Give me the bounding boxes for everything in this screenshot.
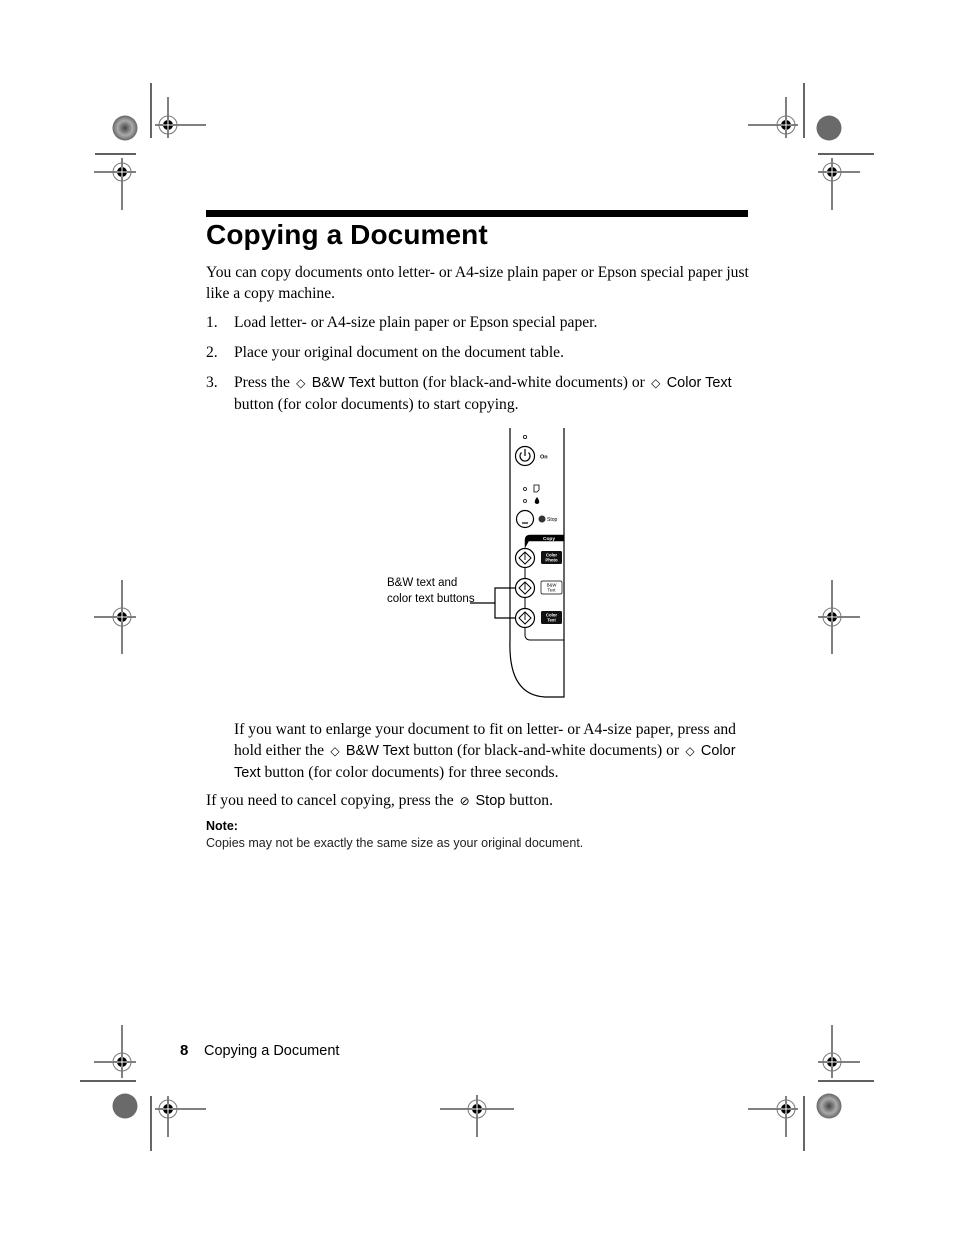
color-bar-circle (816, 1093, 842, 1119)
svg-text:Photo: Photo (545, 558, 558, 563)
copy-label: Copy (543, 536, 555, 542)
start-diamond-icon: ◇ (330, 744, 340, 758)
crop-mark-middle-right (818, 580, 860, 654)
enlarge-paragraph: If you want to enlarge your document to … (234, 721, 736, 781)
step-text: Load letter- or A4-size plain paper or E… (234, 314, 598, 331)
color-text-button-name: Color Text (666, 375, 732, 391)
ink-led-icon (523, 499, 527, 503)
cancel-paragraph: If you need to cancel copying, press the… (206, 790, 751, 812)
stop-button-name: Stop (475, 793, 506, 809)
color-bar-circle (816, 115, 842, 141)
crop-mark-top-right (748, 83, 874, 210)
note-label: Note: (206, 819, 238, 833)
start-diamond-icon: ◇ (651, 376, 661, 390)
bw-text-start-button-icon (514, 577, 536, 599)
color-bar-circle (112, 115, 138, 141)
start-diamond-icon: ◇ (685, 744, 695, 758)
bw-text-button-name: B&W Text (311, 375, 376, 391)
intro-paragraph: You can copy documents onto letter- or A… (206, 264, 749, 302)
paper-led-icon (523, 487, 527, 491)
stop-icon: ⊘ (459, 794, 470, 808)
step-text: Press the ◇ B&W Text button (for black-a… (234, 374, 732, 413)
crop-mark-bottom-center (440, 1095, 514, 1137)
color-text-start-button-icon (514, 607, 536, 629)
power-led-icon (523, 434, 528, 439)
control-panel-illustration: On Stop Copy Color Photo B&W Text Color … (470, 428, 565, 698)
stop-symbol-icon (538, 515, 546, 523)
step-number: 2. (206, 344, 218, 361)
note-text: Copies may not be exactly the same size … (206, 836, 584, 850)
svg-text:Text: Text (547, 618, 556, 623)
power-button-icon (514, 445, 536, 467)
step-number: 3. (206, 374, 218, 391)
step-text: Place your original document on the docu… (234, 344, 564, 361)
on-label: On (540, 455, 548, 461)
stop-button-icon (515, 509, 535, 529)
crop-mark-bottom-right (748, 1025, 874, 1151)
footer-section-title: Copying a Document (204, 1043, 340, 1059)
svg-text:Text: Text (548, 588, 557, 593)
crop-mark-top-left (94, 83, 206, 210)
page-title: Copying a Document (206, 219, 488, 250)
crop-mark-middle-left (94, 580, 136, 654)
page-number: 8 (180, 1042, 189, 1059)
color-photo-start-button-icon (514, 547, 536, 569)
color-bar-circle (112, 1093, 138, 1119)
ink-drop-icon (534, 497, 540, 504)
step-number: 1. (206, 314, 218, 331)
start-diamond-icon: ◇ (296, 376, 306, 390)
stop-label: Stop (547, 517, 558, 523)
bw-text-button-name: B&W Text (345, 743, 410, 759)
callout-bracket (470, 587, 516, 619)
paper-icon (533, 484, 540, 493)
